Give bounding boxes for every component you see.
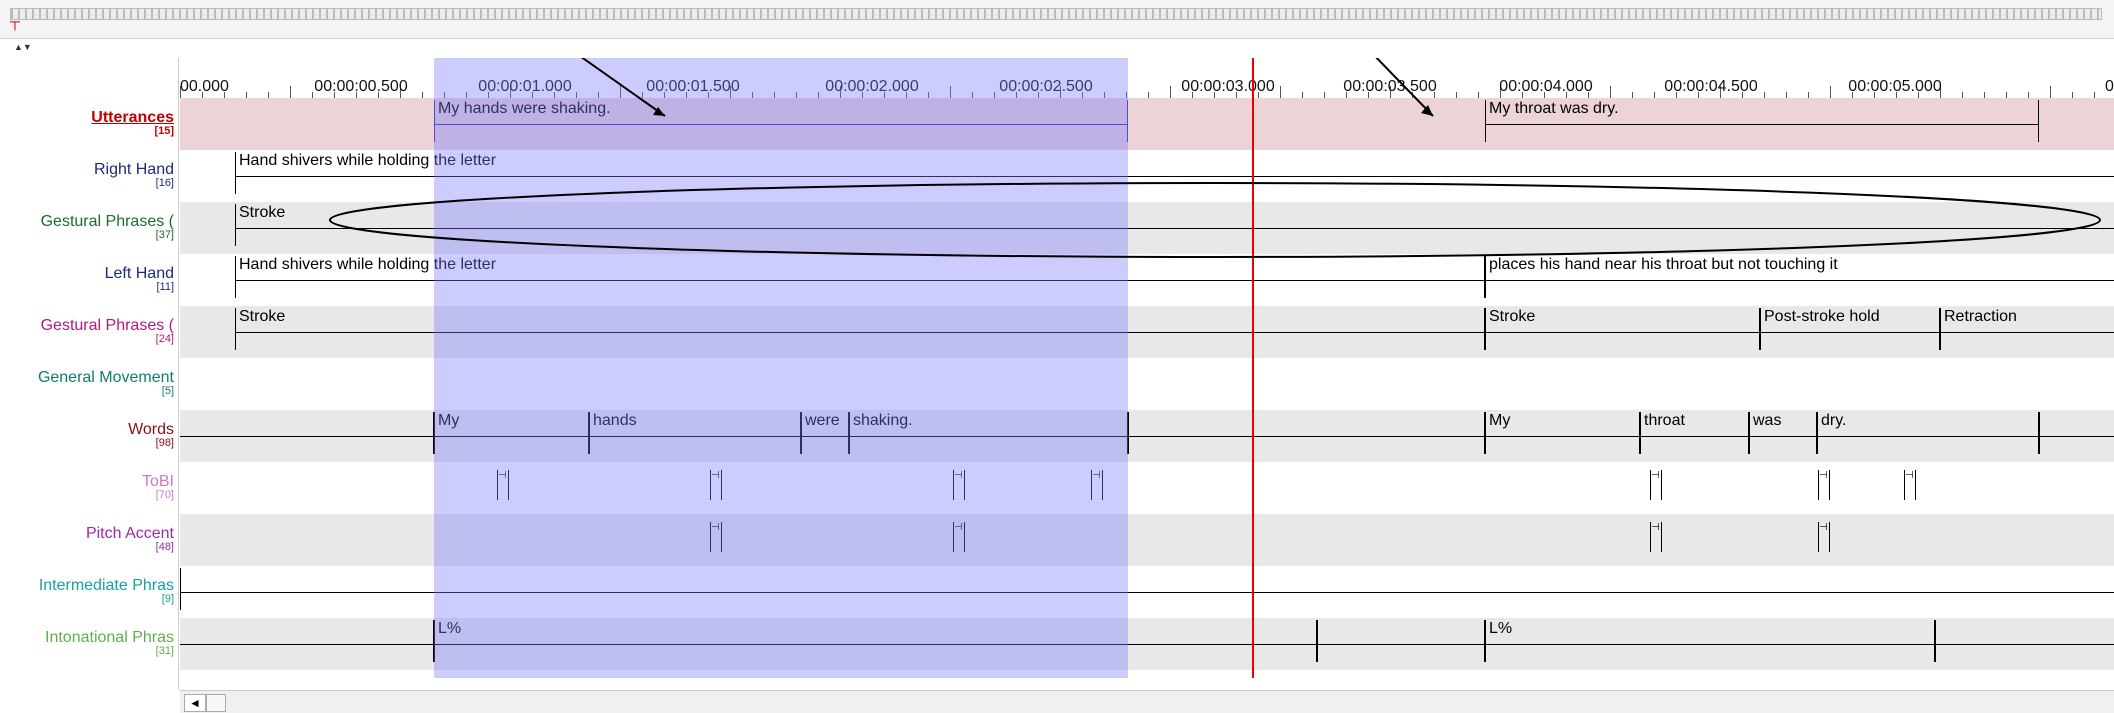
tier-label[interactable]: Utterances [15]: [0, 98, 174, 149]
timeline-viewer[interactable]: 00.000 00:00:00.500 00:00:01.000 00:00:01.5…: [180, 58, 2114, 690]
sort-icon[interactable]: ▲▼: [14, 42, 34, 54]
horizontal-scrollbar[interactable]: ◄: [180, 690, 2114, 713]
annotation-arrow-right: [1375, 58, 1434, 117]
tier-name: Intonational Phras: [45, 629, 174, 646]
scroll-left-icon[interactable]: ◄: [184, 694, 206, 712]
tier-label[interactable]: Intermediate Phras [9]: [0, 566, 174, 617]
timeline-overview-strip[interactable]: [10, 8, 2102, 20]
tier-name: Pitch Accent: [85, 525, 174, 542]
tier-name: Utterances: [91, 109, 174, 126]
tier-name: Left Hand: [104, 265, 174, 282]
tier-label[interactable]: General Movement [5]: [0, 358, 174, 409]
tier-label[interactable]: ToBI [70]: [0, 462, 174, 513]
scroll-thumb[interactable]: [206, 694, 226, 712]
tier-label[interactable]: Gestural Phrases ([37]: [0, 202, 174, 253]
tier-name: Words: [128, 421, 174, 438]
tier-name: General Movement: [37, 369, 174, 386]
tier-name: ToBI: [141, 473, 174, 490]
timeline-overview-bar[interactable]: ┬: [0, 0, 2114, 39]
tier-name: Gestural Phrases (: [40, 213, 174, 230]
tier-label[interactable]: Pitch Accent [48]: [0, 514, 174, 565]
tier-label[interactable]: Words [98]: [0, 410, 174, 461]
overview-marker-icon: ┬: [10, 13, 20, 29]
tier-name: Intermediate Phras: [38, 577, 174, 594]
tier-name: Gestural Phrases (: [40, 317, 174, 334]
tier-label[interactable]: Intonational Phras [31]: [0, 618, 174, 669]
tier-label[interactable]: Right Hand [16]: [0, 150, 174, 201]
tier-name: Right Hand: [93, 161, 174, 178]
tier-label[interactable]: Gestural Phrases ([24]: [0, 306, 174, 357]
tier-label-column: Utterances [15] Right Hand [16] Gestural Phr…: [0, 58, 179, 690]
tier-label[interactable]: Left Hand [11]: [0, 254, 174, 305]
